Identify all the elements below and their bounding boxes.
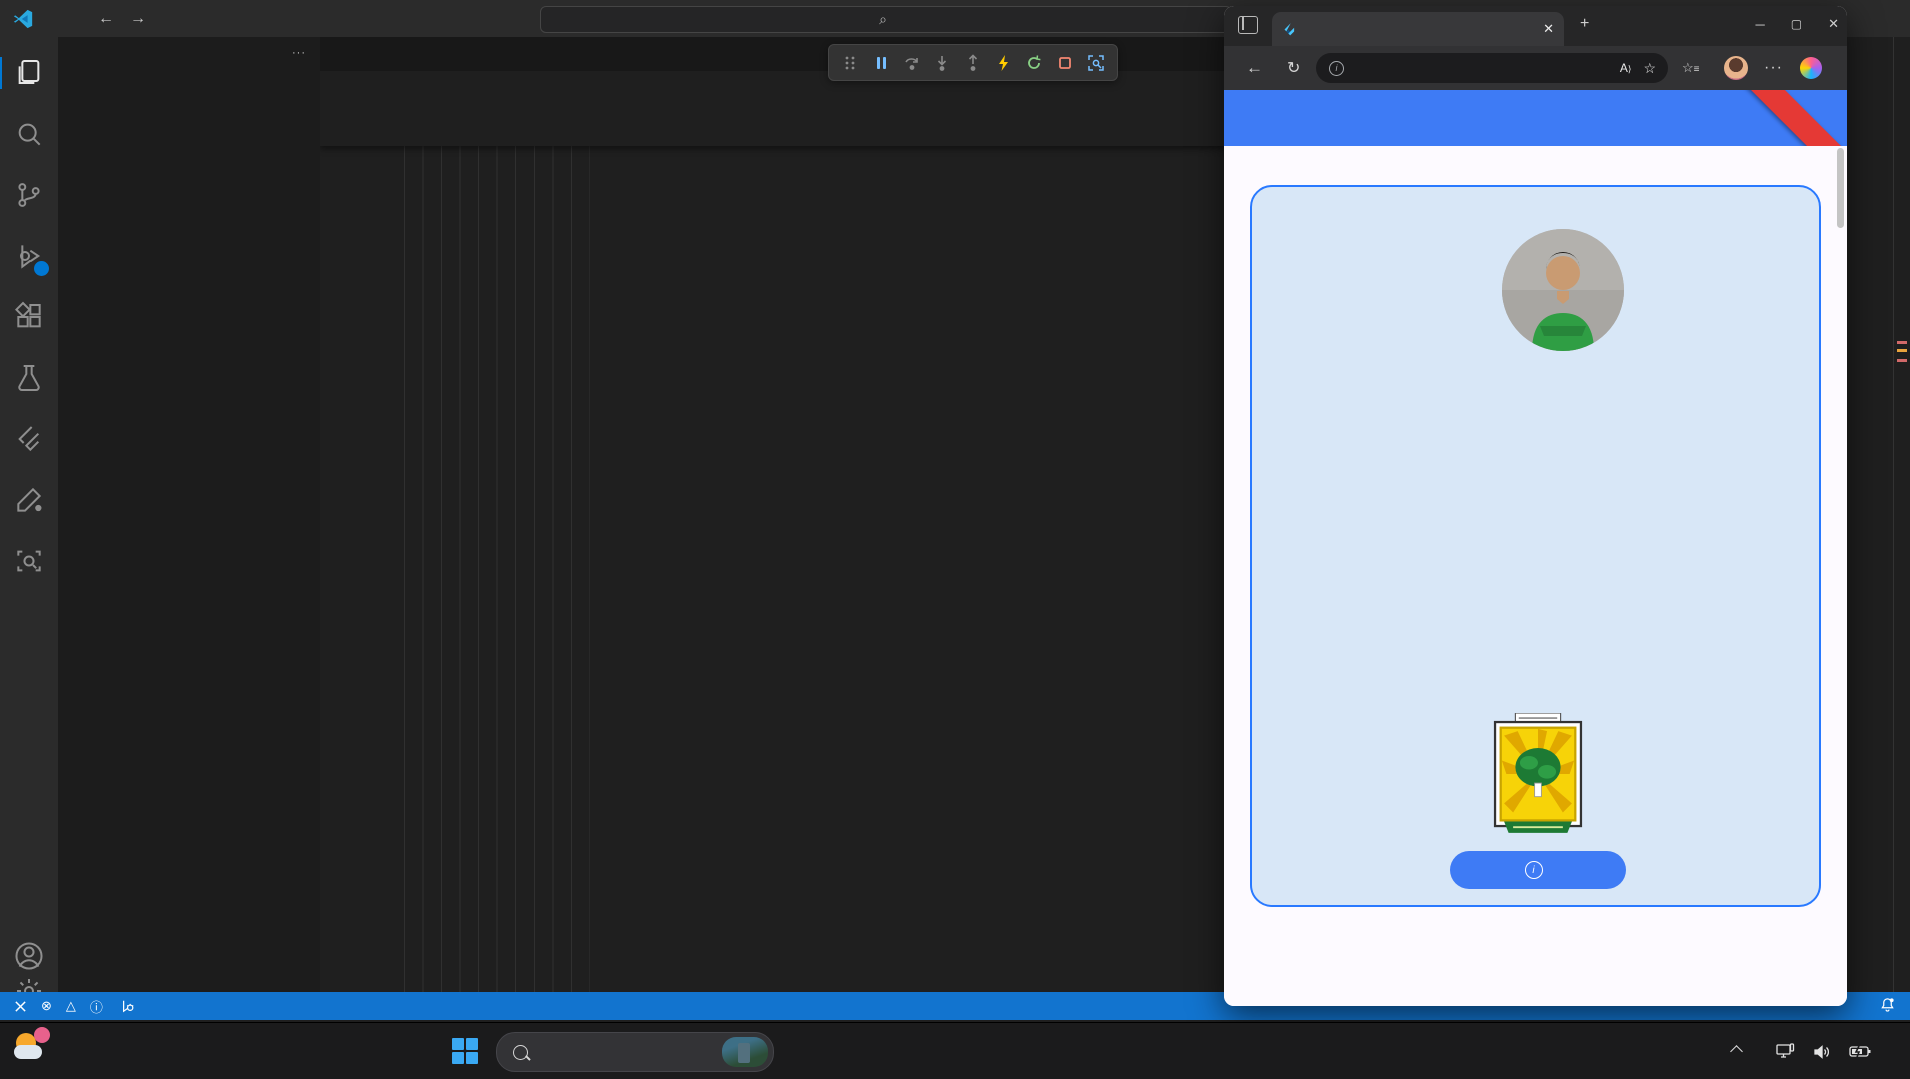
profile-card: i	[1250, 185, 1821, 907]
debug-status[interactable]	[121, 999, 139, 1013]
vscode-logo-icon	[13, 9, 33, 28]
explorer-sidebar: ···	[58, 37, 321, 992]
bing-daily-image[interactable]	[722, 1037, 768, 1067]
tab-close-icon[interactable]: ✕	[1543, 21, 1554, 37]
sticky-scroll	[320, 97, 1224, 146]
drag-grip-icon[interactable]	[841, 54, 859, 72]
profile-avatar[interactable]	[1724, 56, 1748, 80]
stop-button[interactable]	[1056, 54, 1074, 72]
flutter-favicon	[1284, 22, 1295, 35]
code-editor[interactable]	[320, 97, 1224, 992]
flutter-appbar	[1224, 90, 1847, 146]
taskbar-search[interactable]	[496, 1032, 774, 1072]
profile-photo	[1502, 229, 1624, 351]
accounts-icon[interactable]	[13, 940, 45, 972]
browser-scrollbar[interactable]	[1837, 148, 1844, 228]
button-info-icon: i	[1524, 861, 1543, 879]
info-icon: ⓘ	[89, 999, 103, 1015]
hot-reload-button[interactable]	[995, 54, 1013, 72]
errors-icon: ⊗	[41, 998, 52, 1013]
logo-universitas-image	[1481, 712, 1595, 848]
read-aloud-icon[interactable]: A⟩	[1620, 61, 1632, 75]
weather-icon	[12, 1027, 50, 1067]
new-tab-button[interactable]: +	[1580, 15, 1589, 33]
copilot-icon[interactable]	[1800, 57, 1822, 79]
notifications-bell-icon[interactable]	[1880, 997, 1895, 1015]
flutter-sidebar-icon[interactable]	[13, 423, 45, 455]
source-control-icon[interactable]	[13, 179, 45, 211]
start-button[interactable]	[452, 1038, 478, 1064]
extensions-icon[interactable]	[13, 301, 45, 333]
volume-icon[interactable]	[1813, 1044, 1831, 1060]
activity-bar	[0, 37, 59, 1003]
tab-actions-icon[interactable]	[1238, 16, 1258, 34]
explorer-actions-icon[interactable]: ···	[292, 47, 306, 59]
weather-widget[interactable]	[12, 1027, 57, 1067]
minimize-button[interactable]: ─	[1756, 17, 1765, 32]
browser-tab[interactable]: ✕	[1272, 12, 1564, 46]
browser-window: ✕ + ─ ▢ ✕ ← ↻ i A⟩ ☆ ☆≡ ··· i	[1224, 6, 1847, 1006]
close-button[interactable]: ✕	[1828, 16, 1839, 32]
weather-badge	[34, 1027, 50, 1043]
address-bar[interactable]: i A⟩ ☆	[1316, 53, 1668, 83]
nav-forward-icon[interactable]: →	[130, 10, 146, 28]
nav-back-icon[interactable]: ←	[98, 10, 114, 28]
flutter-page: i	[1224, 146, 1847, 1006]
browser-tabstrip: ✕ + ─ ▢ ✕	[1224, 6, 1847, 46]
debug-badge	[34, 261, 49, 276]
editor-right-strip	[1847, 37, 1910, 992]
remote-explorer-icon[interactable]	[13, 545, 45, 577]
battery-icon[interactable]	[1849, 1045, 1871, 1058]
lihat-detail-button[interactable]: i	[1450, 851, 1626, 889]
remote-status-icon[interactable]	[14, 1000, 27, 1013]
step-into-button[interactable]	[933, 54, 951, 72]
step-out-button[interactable]	[964, 53, 982, 72]
debug-toolbar	[828, 44, 1118, 81]
browser-back-icon[interactable]: ←	[1246, 58, 1263, 78]
problems-status[interactable]: ⊗ △ ⓘ	[41, 997, 107, 1016]
browser-toolbar: ← ↻ i A⟩ ☆ ☆≡ ···	[1224, 46, 1847, 90]
active-indicator	[0, 57, 2, 89]
browser-menu-icon[interactable]: ···	[1764, 59, 1783, 77]
browser-refresh-icon[interactable]: ↻	[1287, 58, 1300, 78]
indent-guides	[404, 146, 590, 992]
system-tray	[1730, 1023, 1910, 1079]
run-debug-icon[interactable]	[13, 240, 49, 276]
testing-icon[interactable]	[13, 362, 45, 394]
favorite-star-icon[interactable]: ☆	[1643, 60, 1656, 77]
search-icon: ⌕	[879, 11, 887, 27]
search-sidebar-icon[interactable]	[13, 118, 45, 150]
tray-overflow-icon[interactable]	[1730, 1045, 1743, 1058]
warnings-icon: △	[65, 998, 76, 1013]
pause-button[interactable]	[872, 54, 890, 72]
taskbar	[0, 1022, 1910, 1079]
desktop-screen: ← → ⌕ ··· ⊗ △ ⓘ ✕ + ─ ▢ ✕ ← ↻ i A⟩ ☆ ☆≡ …	[0, 0, 1910, 1079]
edit-session-icon[interactable]	[13, 484, 45, 516]
command-center-search[interactable]: ⌕	[540, 6, 1232, 33]
network-icon[interactable]	[1776, 1043, 1795, 1060]
step-over-button[interactable]	[903, 54, 921, 72]
restart-button[interactable]	[1025, 54, 1043, 72]
taskbar-search-icon	[513, 1044, 528, 1060]
favorites-bar-icon[interactable]: ☆≡	[1682, 60, 1700, 76]
widget-inspector-button[interactable]	[1087, 54, 1105, 72]
site-info-icon[interactable]: i	[1329, 60, 1344, 76]
explorer-icon[interactable]	[13, 57, 45, 89]
maximize-button[interactable]: ▢	[1791, 17, 1802, 31]
